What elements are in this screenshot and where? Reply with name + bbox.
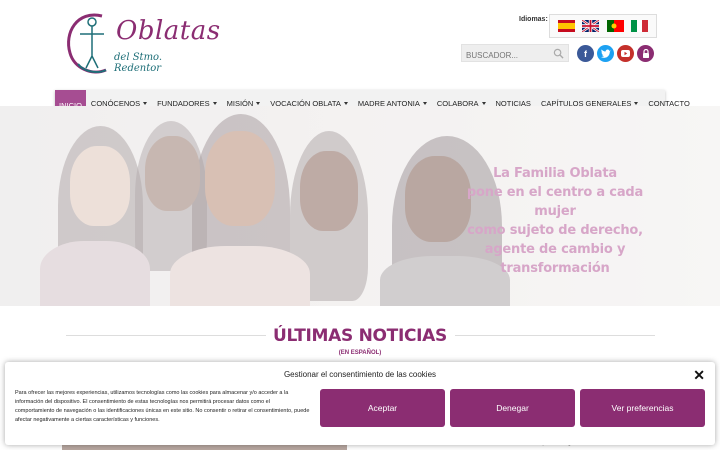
twitter-bird-icon — [600, 49, 611, 58]
twitter-icon[interactable] — [597, 45, 614, 62]
chevron-down-icon — [212, 102, 217, 105]
youtube-icon[interactable] — [617, 45, 634, 62]
cookie-consent-banner: Gestionar el consentimiento de las cooki… — [5, 362, 715, 445]
languages-label: Idiomas: — [519, 16, 548, 23]
search-input[interactable] — [462, 47, 550, 64]
news-section-subtitle: (EN ESPAÑOL) — [338, 350, 382, 356]
hero-line: agente de cambio y — [484, 242, 626, 257]
language-selector — [549, 14, 657, 38]
news-thumbnail[interactable] — [62, 445, 347, 450]
chevron-down-icon — [143, 102, 148, 105]
logo-subtitle: del Stmo. Redentor — [114, 52, 163, 74]
news-section-title: ÚLTIMAS NOTICIAS — [273, 326, 447, 346]
hero-banner: La Familia Oblata pone en el centro a ca… — [0, 106, 720, 306]
hero-line: pone en el centro a cada mujer — [466, 185, 644, 219]
accept-button[interactable]: Aceptar — [320, 389, 445, 427]
deny-button[interactable]: Denegar — [450, 389, 575, 427]
hero-line: transformación — [500, 261, 610, 276]
site-header: Oblatas del Stmo. Redentor Idiomas: f — [0, 0, 720, 88]
youtube-play-icon — [621, 50, 630, 57]
search-box — [461, 44, 569, 64]
hero-tagline: La Familia Oblata pone en el centro a ca… — [450, 164, 660, 278]
logo-wordmark: Oblatas — [116, 16, 221, 46]
uk-flag-icon[interactable] — [582, 20, 600, 32]
chevron-down-icon — [256, 102, 261, 105]
site-logo[interactable]: Oblatas del Stmo. Redentor — [62, 8, 220, 80]
spain-flag-icon[interactable] — [557, 20, 575, 32]
preferences-button[interactable]: Ver preferencias — [580, 389, 705, 427]
chevron-down-icon — [634, 102, 639, 105]
search-icon[interactable] — [553, 48, 564, 59]
facebook-icon[interactable]: f — [577, 45, 594, 62]
lock-icon[interactable] — [637, 45, 654, 62]
padlock-icon — [642, 49, 649, 58]
cookie-description: Para ofrecer las mejores experiencias, u… — [15, 390, 310, 423]
hero-line: La Familia Oblata — [493, 166, 617, 181]
hero-line: como sujeto de derecho, — [467, 223, 643, 238]
chevron-down-icon — [481, 102, 486, 105]
italy-flag-icon[interactable] — [631, 20, 649, 32]
chevron-down-icon — [422, 102, 427, 105]
cookie-title: Gestionar el consentimiento de las cooki… — [283, 370, 437, 379]
portugal-flag-icon[interactable] — [606, 20, 624, 32]
close-icon[interactable]: ✕ — [693, 367, 705, 384]
logo-emblem-icon — [67, 13, 107, 74]
chevron-down-icon — [343, 102, 348, 105]
